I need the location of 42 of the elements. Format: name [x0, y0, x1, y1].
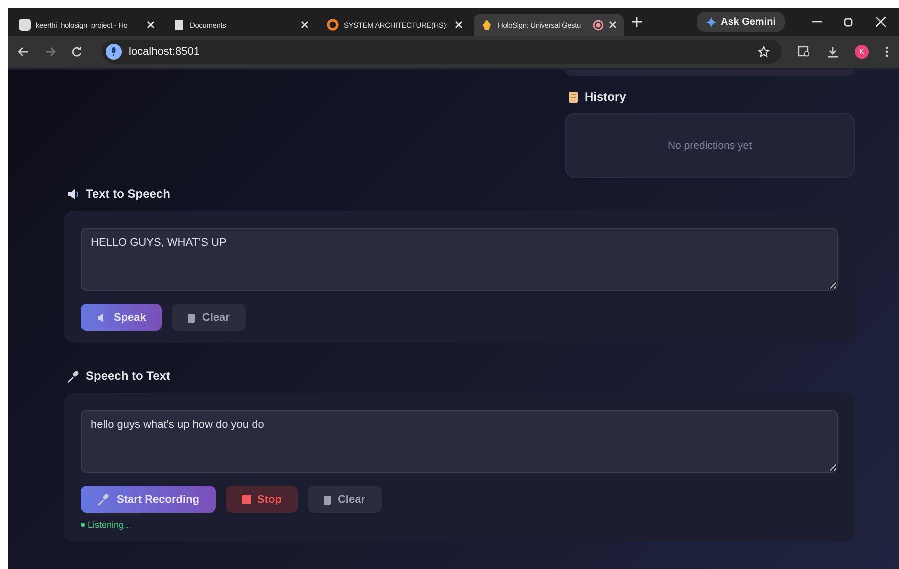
action-button[interactable]: Stop: [226, 486, 298, 513]
text-area[interactable]: hello guys what's up how do you do: [81, 410, 838, 473]
text-area[interactable]: HELLO GUYS, WHAT'S UP: [81, 228, 838, 291]
sparkle-icon: [706, 16, 717, 28]
status-dot-icon: [81, 523, 85, 527]
close-icon[interactable]: [301, 21, 309, 29]
section-title: Speech to Text: [86, 369, 170, 383]
speaker-icon: [67, 188, 80, 200]
close-window-icon[interactable]: [876, 17, 886, 27]
action-button[interactable]: Start Recording: [81, 486, 216, 513]
close-icon[interactable]: [147, 21, 155, 29]
restore-icon[interactable]: [844, 17, 854, 27]
section-title: History: [585, 90, 626, 104]
trash-icon: [324, 494, 331, 504]
action-button[interactable]: Speak: [81, 304, 162, 331]
microphone-icon: [67, 370, 80, 382]
trash-icon: [188, 312, 196, 322]
address-bar[interactable]: localhost:8501: [102, 40, 782, 64]
scroll-icon: [568, 90, 579, 104]
microphone-icon: [97, 493, 110, 506]
back-icon[interactable]: [18, 47, 29, 57]
site-icon: [481, 19, 493, 31]
site-icon: [19, 19, 31, 31]
forward-icon[interactable]: [45, 47, 56, 57]
microphone-icon: [106, 44, 122, 60]
site-icon: [173, 19, 185, 31]
stop-icon: [242, 495, 251, 504]
status-text: Listening...: [88, 520, 132, 530]
close-icon[interactable]: [455, 21, 463, 29]
action-button[interactable]: Clear: [308, 486, 382, 513]
empty-message: No predictions yet: [668, 140, 752, 152]
url-text: localhost:8501: [129, 46, 200, 58]
site-icon: [327, 19, 339, 31]
new-tab-icon[interactable]: [632, 17, 642, 27]
ask-button[interactable]: Ask Gemini: [696, 12, 785, 32]
download-icon[interactable]: [827, 46, 839, 58]
close-icon[interactable]: [609, 21, 617, 29]
star-icon[interactable]: [758, 46, 770, 58]
section-title: Text to Speech: [86, 187, 170, 201]
reload-icon[interactable]: [72, 47, 82, 57]
menu-icon[interactable]: [885, 46, 889, 58]
action-button[interactable]: Clear: [172, 304, 246, 331]
